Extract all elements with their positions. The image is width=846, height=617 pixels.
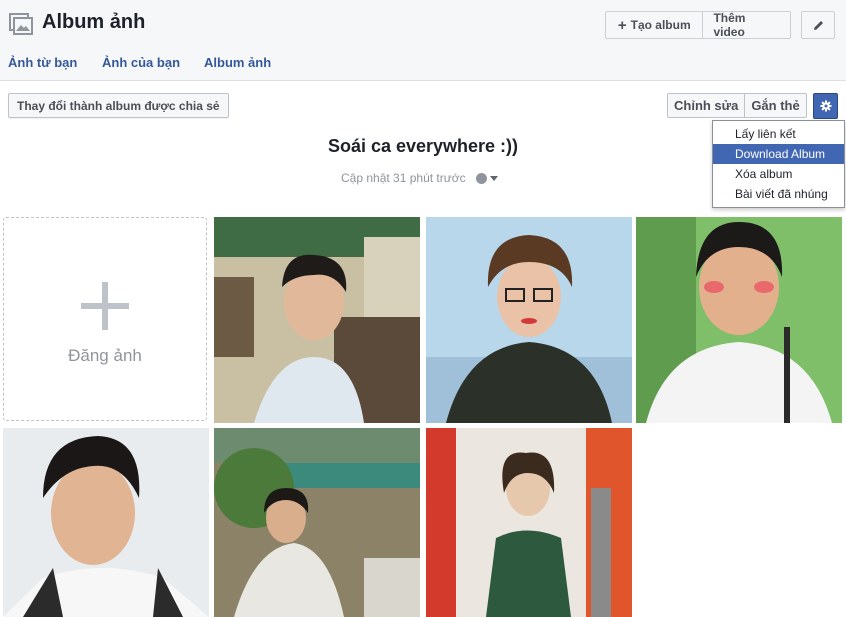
menu-item-download-album[interactable]: Download Album: [713, 144, 844, 164]
edit-pencil-button[interactable]: [801, 11, 835, 39]
create-album-label: Tạo album: [630, 18, 691, 32]
album-meta: Cập nhật 31 phút trước: [341, 171, 498, 185]
updated-time: Cập nhật 31 phút trước: [341, 171, 466, 185]
plus-icon: +: [617, 16, 627, 34]
subnav-your-photos[interactable]: Ảnh của bạn: [102, 55, 180, 70]
gear-icon: [820, 100, 831, 112]
album-photo[interactable]: [426, 428, 632, 617]
menu-item-get-link[interactable]: Lấy liên kết: [713, 124, 844, 144]
add-photo-label: Đăng ảnh: [68, 346, 142, 365]
edit-album-button[interactable]: Chỉnh sửa: [668, 94, 744, 117]
add-video-label: Thêm video: [713, 11, 746, 39]
album-photo[interactable]: [3, 428, 209, 617]
add-video-button[interactable]: Thêm video: [702, 11, 790, 39]
menu-item-delete-album[interactable]: Xóa album: [713, 164, 844, 184]
album-photo[interactable]: [426, 217, 632, 423]
chevron-down-icon[interactable]: [489, 175, 498, 181]
globe-icon[interactable]: [475, 172, 487, 184]
subnav-albums[interactable]: Album ảnh: [204, 55, 271, 70]
album-photo[interactable]: [214, 217, 420, 423]
album-photo[interactable]: [636, 217, 842, 423]
album-actions-group: Chỉnh sửa Gắn thẻ: [667, 93, 807, 118]
album-options-menu: Lấy liên kết Download Album Xóa album Bà…: [712, 120, 845, 208]
album-options-button[interactable]: [813, 93, 838, 119]
page-title: Album ảnh: [42, 11, 146, 33]
plus-icon: [81, 282, 129, 330]
header-button-group: + Tạo album Thêm video: [605, 11, 791, 39]
add-photo-tile[interactable]: Đăng ảnh: [3, 217, 207, 421]
page-header: Album ảnh + Tạo album Thêm video Ảnh từ …: [0, 0, 846, 81]
album-photo[interactable]: [214, 428, 420, 617]
make-shared-album-button[interactable]: Thay đổi thành album được chia sẻ: [8, 93, 229, 118]
menu-item-embedded-post[interactable]: Bài viết đã nhúng: [713, 184, 844, 204]
subnav-photos-of-you[interactable]: Ảnh từ bạn: [8, 55, 77, 70]
create-album-button[interactable]: + Tạo album: [606, 12, 702, 38]
photo-album-icon: [9, 13, 33, 35]
tag-button[interactable]: Gắn thẻ: [744, 94, 805, 117]
pencil-icon: [813, 20, 823, 30]
